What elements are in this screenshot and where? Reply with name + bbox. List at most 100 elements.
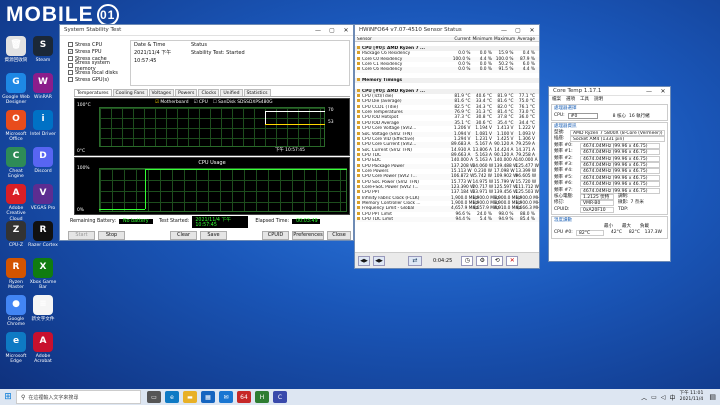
cpuid-button[interactable]: CPUID [262, 231, 289, 240]
col-sensor[interactable]: Sensor [355, 37, 451, 41]
close-button[interactable]: Close [327, 231, 351, 240]
maximize-icon[interactable]: ▢ [511, 27, 525, 34]
app-icon: S [33, 36, 53, 56]
cpu-select-dropdown[interactable]: #0 [567, 112, 598, 119]
graph-tab[interactable]: Cooling Fans [112, 89, 148, 96]
checkbox-icon[interactable] [68, 63, 73, 68]
taskbar-app-file-explorer-icon[interactable]: ▬ [183, 391, 197, 403]
stress-option[interactable]: Stress CPU [68, 41, 128, 48]
tray-chevron-icon[interactable]: ︿ [641, 393, 647, 402]
menu-item[interactable]: 工具 [580, 97, 589, 102]
graph-tab[interactable]: Powers [175, 89, 198, 96]
nav-right-icon[interactable]: ◀▶ [373, 255, 385, 266]
desktop-icon[interactable]: R Razer Cortex [28, 221, 58, 248]
notification-icon[interactable]: ▤ [709, 393, 716, 401]
col-current[interactable]: Current [451, 37, 473, 42]
stress-option[interactable]: Stress GPU(s) [68, 76, 128, 83]
taskbar-app-mail-icon[interactable]: ✉ [219, 391, 233, 403]
graph-tab[interactable]: Temperatures [74, 89, 112, 96]
coretemp-titlebar[interactable]: Core Temp 1.17.1 — ✕ [549, 87, 670, 96]
checkbox-icon[interactable] [68, 42, 73, 47]
desktop-icon[interactable]: V VEGAS Pro [28, 184, 58, 211]
minimize-icon[interactable]: — [311, 27, 325, 34]
desktop-icon[interactable]: A Adobe Creative Cloud [1, 184, 31, 222]
graph-tab[interactable]: Statistics [243, 89, 271, 96]
desktop-icon[interactable]: S Steam [28, 36, 58, 63]
desktop-icon[interactable]: C Cheat Engine [1, 147, 31, 180]
stress-option[interactable]: ✓ Stress FPU [68, 48, 128, 55]
taskbar-app-task-view-icon[interactable]: ▭ [147, 391, 161, 403]
desktop-icon[interactable]: R Ryzen Master [1, 258, 31, 291]
desktop-icon[interactable]: W WinRAR [28, 73, 58, 100]
close-icon[interactable]: ✕ [339, 27, 353, 34]
sensor-row[interactable]: CPU TDC Limit 94.4 % 5.4 % 94.9 % 85.4 % [355, 217, 539, 223]
volume-icon[interactable]: ◁ [661, 394, 666, 401]
log-status: Stability Test: Started [191, 50, 245, 56]
stress-option[interactable]: Stress system memory [68, 60, 128, 72]
reset-icon[interactable]: ⟲ [491, 255, 504, 266]
hwinfo-titlebar[interactable]: HWiNFO64 v7.07-4510 Sensor Status — ▢ ✕ [355, 25, 539, 36]
sensor-value: 94.9 % [498, 217, 514, 222]
desktop-icon-label: Razer Cortex [28, 243, 58, 248]
menu-item[interactable]: 選項 [566, 97, 575, 102]
elapsed-label: Elapsed Time: [255, 219, 290, 224]
checkbox-checked-icon[interactable]: ✓ [68, 49, 73, 54]
checkbox-icon[interactable] [68, 56, 73, 61]
desktop-icon[interactable]: D Discord [28, 147, 58, 174]
desktop-icon-label: Xbox Game Bar [29, 280, 57, 291]
clear-button[interactable]: Clear [170, 231, 197, 240]
graph-tab[interactable]: Clocks [198, 89, 220, 96]
start-button[interactable]: Start [68, 231, 95, 240]
desktop-icon-label: WinRAR [34, 95, 52, 100]
save-button[interactable]: Save [200, 231, 227, 240]
frequency-rows: 頻率 #0: 4674.04MHz (99.96 x 46.75) 頻率 #1: 46… [554, 142, 665, 194]
desktop-icon[interactable]: Z CPU-Z [1, 221, 31, 248]
clock[interactable]: 下午 11:01 2021/11/4 [679, 391, 703, 403]
taskbar-app-coretemp-icon[interactable]: C [273, 391, 287, 403]
checkbox-icon[interactable] [68, 77, 73, 82]
desktop-icon-label: Discord [34, 169, 52, 174]
graph-tab[interactable]: Voltages [148, 89, 175, 96]
desktop-icon[interactable]: ● Google Chrome [1, 295, 31, 328]
search-box[interactable]: ⚲ 在這裡輸入文字來搜尋 [16, 390, 141, 404]
stop-button[interactable]: Stop [98, 231, 125, 240]
temp-legend: ☑ Motherboard ☑ CPU ☐ SanDisk SDSSDXPS48… [155, 100, 273, 105]
checkbox-icon[interactable] [68, 70, 73, 75]
desktop-icon[interactable]: A Adobe Acrobat [28, 332, 58, 365]
nav-left-icon[interactable]: ◀▶ [358, 255, 370, 266]
desktop-icon[interactable]: O Microsoft Office [1, 110, 31, 143]
maximize-icon[interactable]: ▢ [325, 27, 339, 34]
col-minimum[interactable]: Minimum [473, 37, 495, 42]
close-icon[interactable]: ✕ [525, 27, 539, 34]
clock-icon[interactable]: ◷ [461, 255, 474, 266]
desktop-icon[interactable]: e Microsoft Edge [1, 332, 31, 365]
network-tray-icon[interactable]: ▭ [651, 394, 657, 401]
minimize-icon[interactable]: — [642, 88, 656, 95]
menu-item[interactable]: 說明 [594, 97, 603, 102]
desktop-icon[interactable]: 🗑 資源回收筒 [1, 36, 31, 63]
desktop-icon[interactable]: G Google Web Designer [1, 73, 31, 106]
network-icon[interactable]: ⇄ [408, 255, 422, 266]
thread-count: 16 執行緒 [628, 113, 650, 119]
settings-icon[interactable]: ⚙ [476, 255, 489, 266]
stability-titlebar[interactable]: System Stability Test — ▢ ✕ [60, 25, 353, 36]
col-average[interactable]: Average [516, 37, 538, 42]
taskbar-app-hwinfo-icon[interactable]: H [255, 391, 269, 403]
start-icon[interactable]: ⊞ [0, 389, 16, 405]
close-sensor-icon[interactable]: ✕ [506, 255, 519, 266]
minimize-icon[interactable]: — [497, 27, 511, 34]
desktop-icon[interactable]: X Xbox Game Bar [28, 258, 58, 291]
sensor-name-text: Core Temperatures [362, 110, 403, 116]
desktop-icon[interactable]: i Intel Driver [28, 110, 58, 137]
desktop-icon[interactable]: ≡ 新文字文件 [28, 295, 58, 322]
preferences-button[interactable]: Preferences [292, 231, 324, 240]
taskbar-app-aida64-icon[interactable]: 64 [237, 391, 251, 403]
menu-item[interactable]: 檔案 [552, 97, 561, 102]
taskbar-app-edge-icon[interactable]: e [165, 391, 179, 403]
graph-tab[interactable]: Unified [220, 89, 243, 96]
col-maximum[interactable]: Maximum [494, 37, 516, 42]
taskbar-app-store-icon[interactable]: ▦ [201, 391, 215, 403]
close-icon[interactable]: ✕ [656, 88, 670, 95]
sensor-name-text: CPU PPT [362, 190, 380, 196]
ime-icon[interactable]: 中 [669, 393, 675, 402]
